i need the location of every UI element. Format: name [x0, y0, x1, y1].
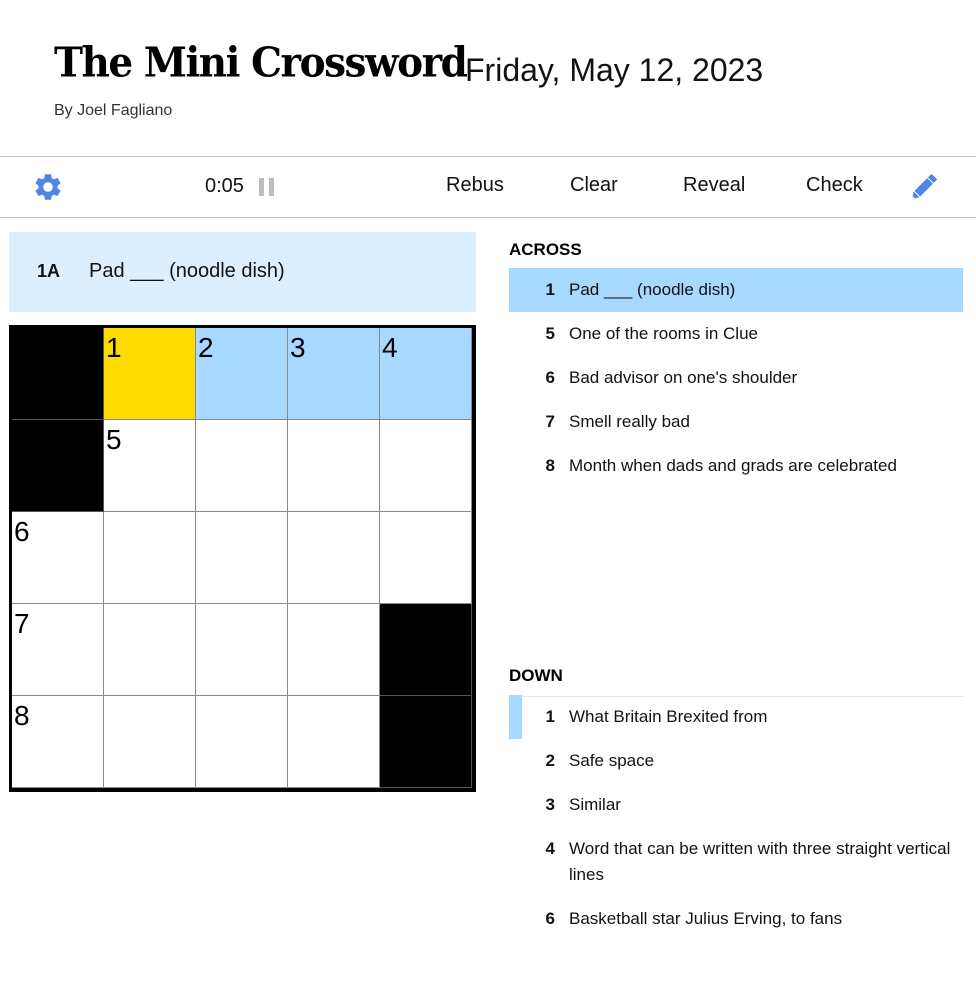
current-clue-label: 1A	[37, 261, 61, 281]
grid-cell[interactable]: 3	[288, 328, 380, 420]
clue-text: Safe space	[569, 751, 655, 770]
across-clue-item[interactable]: 1 Pad ___ (noodle dish)	[509, 268, 963, 312]
across-clue-item[interactable]: 6 Bad advisor on one's shoulder	[509, 356, 963, 400]
grid-cell[interactable]: 7	[12, 604, 104, 696]
pause-icon	[259, 178, 264, 196]
block-cell	[12, 328, 104, 420]
clue-text: Month when dads and grads are celebrated	[569, 456, 897, 475]
grid-cell[interactable]	[288, 420, 380, 512]
grid-cell[interactable]: 2	[196, 328, 288, 420]
clear-button[interactable]: Clear	[570, 174, 618, 197]
across-clue-list: 1 Pad ___ (noodle dish) 5 One of the rooms …	[509, 268, 963, 488]
cell-number: 5	[106, 424, 122, 455]
clue-number: 7	[545, 412, 555, 431]
grid-cell[interactable]	[196, 512, 288, 604]
grid-cell[interactable]	[288, 512, 380, 604]
block-cell	[380, 696, 472, 788]
down-clue-item[interactable]: 2 Safe space	[509, 739, 963, 783]
grid-cell[interactable]: 6	[12, 512, 104, 604]
page-header: The Mini Crossword Friday, May 12, 2023 …	[0, 0, 976, 156]
crossword-grid: 1 2 3 4 5 6 7 8	[9, 325, 476, 792]
grid-cell[interactable]	[104, 696, 196, 788]
clue-text: Smell really bad	[569, 412, 690, 431]
grid-cell[interactable]	[288, 696, 380, 788]
puzzle-byline: By Joel Fagliano	[54, 102, 173, 119]
puzzle-date: Friday, May 12, 2023	[465, 52, 764, 88]
grid-cell[interactable]: 1	[104, 328, 196, 420]
down-heading: DOWN	[509, 666, 563, 685]
timer: 0:05	[205, 175, 244, 197]
grid-cell[interactable]: 5	[104, 420, 196, 512]
block-cell	[12, 420, 104, 512]
clue-number: 1	[545, 280, 555, 299]
clue-text: Similar	[569, 795, 621, 814]
crossing-indicator	[509, 695, 522, 739]
rebus-button[interactable]: Rebus	[446, 174, 504, 197]
grid-cell[interactable]	[196, 420, 288, 512]
down-clue-item[interactable]: 3 Similar	[509, 783, 963, 827]
gear-icon	[35, 174, 61, 200]
down-clue-item[interactable]: 1 What Britain Brexited from	[509, 695, 963, 739]
grid-cell[interactable]	[196, 696, 288, 788]
clue-number: 5	[545, 324, 555, 343]
pencil-icon	[911, 173, 938, 200]
clue-number: 6	[545, 909, 555, 928]
clue-number: 2	[545, 751, 555, 770]
clue-text: Pad ___ (noodle dish)	[569, 280, 736, 299]
clue-number: 6	[545, 368, 555, 387]
cell-number: 7	[14, 608, 30, 639]
grid-cell[interactable]	[380, 512, 472, 604]
current-clue-bar: 1A Pad ___ (noodle dish)	[9, 232, 476, 312]
clue-number: 8	[545, 456, 555, 475]
clue-number: 1	[545, 707, 555, 726]
across-clue-item[interactable]: 5 One of the rooms in Clue	[509, 312, 963, 356]
cell-number: 2	[198, 332, 214, 363]
pause-icon-bar	[269, 178, 274, 196]
clue-text: Basketball star Julius Erving, to fans	[569, 909, 843, 928]
cell-number: 3	[290, 332, 306, 363]
down-clue-item[interactable]: 4 Word that can be written with three str…	[509, 827, 963, 897]
check-button[interactable]: Check	[806, 174, 863, 197]
down-clue-list: 1 What Britain Brexited from 2 Safe space 3 S…	[509, 695, 963, 941]
across-clue-item[interactable]: 8 Month when dads and grads are celebrate…	[509, 444, 963, 488]
toolbar: 0:05 Rebus Clear Reveal Check	[0, 156, 976, 218]
clue-number: 4	[545, 839, 555, 858]
pause-button[interactable]	[259, 178, 275, 196]
across-clue-item[interactable]: 7 Smell really bad	[509, 400, 963, 444]
clue-number: 3	[545, 795, 555, 814]
pencil-mode-button[interactable]	[906, 171, 940, 205]
current-clue-text: Pad ___ (noodle dish)	[89, 260, 285, 282]
down-clue-item[interactable]: 6 Basketball star Julius Erving, to fans	[509, 897, 963, 941]
grid-cell[interactable]	[104, 512, 196, 604]
grid-cell[interactable]	[380, 420, 472, 512]
cell-number: 1	[106, 332, 122, 363]
block-cell	[380, 604, 472, 696]
grid-cell[interactable]	[288, 604, 380, 696]
grid-cell[interactable]	[196, 604, 288, 696]
clue-text: Bad advisor on one's shoulder	[569, 368, 798, 387]
clue-text: Word that can be written with three stra…	[569, 839, 951, 884]
cell-number: 6	[14, 516, 30, 547]
cell-number: 8	[14, 700, 30, 731]
clue-text: One of the rooms in Clue	[569, 324, 758, 343]
clue-text: What Britain Brexited from	[569, 707, 768, 726]
settings-button[interactable]	[32, 171, 64, 203]
grid-cell[interactable]	[104, 604, 196, 696]
grid-cell[interactable]: 4	[380, 328, 472, 420]
reveal-button[interactable]: Reveal	[683, 174, 745, 197]
puzzle-title: The Mini Crossword	[54, 38, 468, 88]
across-heading: ACROSS	[509, 240, 582, 259]
grid-cell[interactable]: 8	[12, 696, 104, 788]
cell-number: 4	[382, 332, 398, 363]
